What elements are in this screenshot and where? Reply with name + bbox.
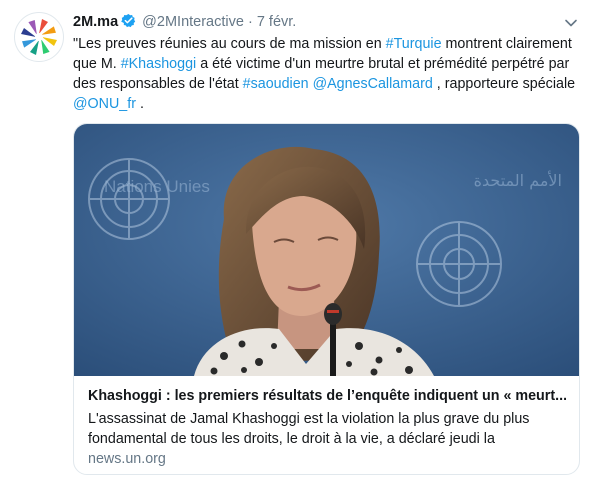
- tweet-text-segment: "Les preuves réunies au cours de ma miss…: [73, 36, 386, 52]
- author-name[interactable]: 2M.ma: [73, 14, 118, 30]
- link-card[interactable]: Nations Unies الأمم المتحدة Khashoggi: …: [73, 123, 580, 475]
- wall-text-fr: Nations Unies: [104, 177, 210, 196]
- tweet[interactable]: 2M.ma @2MInteractive · 7 févr. "Les preu…: [0, 0, 595, 484]
- mention-link[interactable]: @AgnesCallamard: [313, 76, 433, 92]
- avatar[interactable]: [14, 12, 64, 62]
- verified-badge-icon: [121, 13, 136, 28]
- card-title[interactable]: Khashoggi : les premiers résultats de l’…: [88, 388, 566, 404]
- card-photo: Nations Unies الأمم المتحدة: [74, 124, 579, 376]
- tweet-text-segment: .: [135, 96, 144, 112]
- card-description: L'assassinat de Jamal Khashoggi est la v…: [88, 411, 530, 447]
- hashtag-link[interactable]: #Turquie: [386, 36, 442, 52]
- hashtag-link[interactable]: #Khashoggi: [121, 56, 197, 72]
- tweet-text: "Les preuves réunies au cours de ma miss…: [73, 34, 583, 114]
- author-handle[interactable]: @2MInteractive: [142, 14, 244, 30]
- hashtag-link[interactable]: #saoudien: [243, 76, 309, 92]
- card-domain[interactable]: news.un.org: [88, 451, 166, 467]
- 2m-logo-icon: [21, 19, 57, 55]
- header-separator: ·: [247, 14, 253, 30]
- wall-text-ar: الأمم المتحدة: [474, 170, 562, 190]
- tweet-timestamp[interactable]: 7 févr.: [257, 14, 297, 30]
- tweet-header: 2M.ma @2MInteractive · 7 févr.: [73, 13, 296, 33]
- chevron-down-icon[interactable]: [563, 15, 579, 31]
- tweet-text-segment: , rapporteure spéciale: [432, 76, 576, 92]
- mention-link[interactable]: @ONU_fr: [73, 96, 136, 112]
